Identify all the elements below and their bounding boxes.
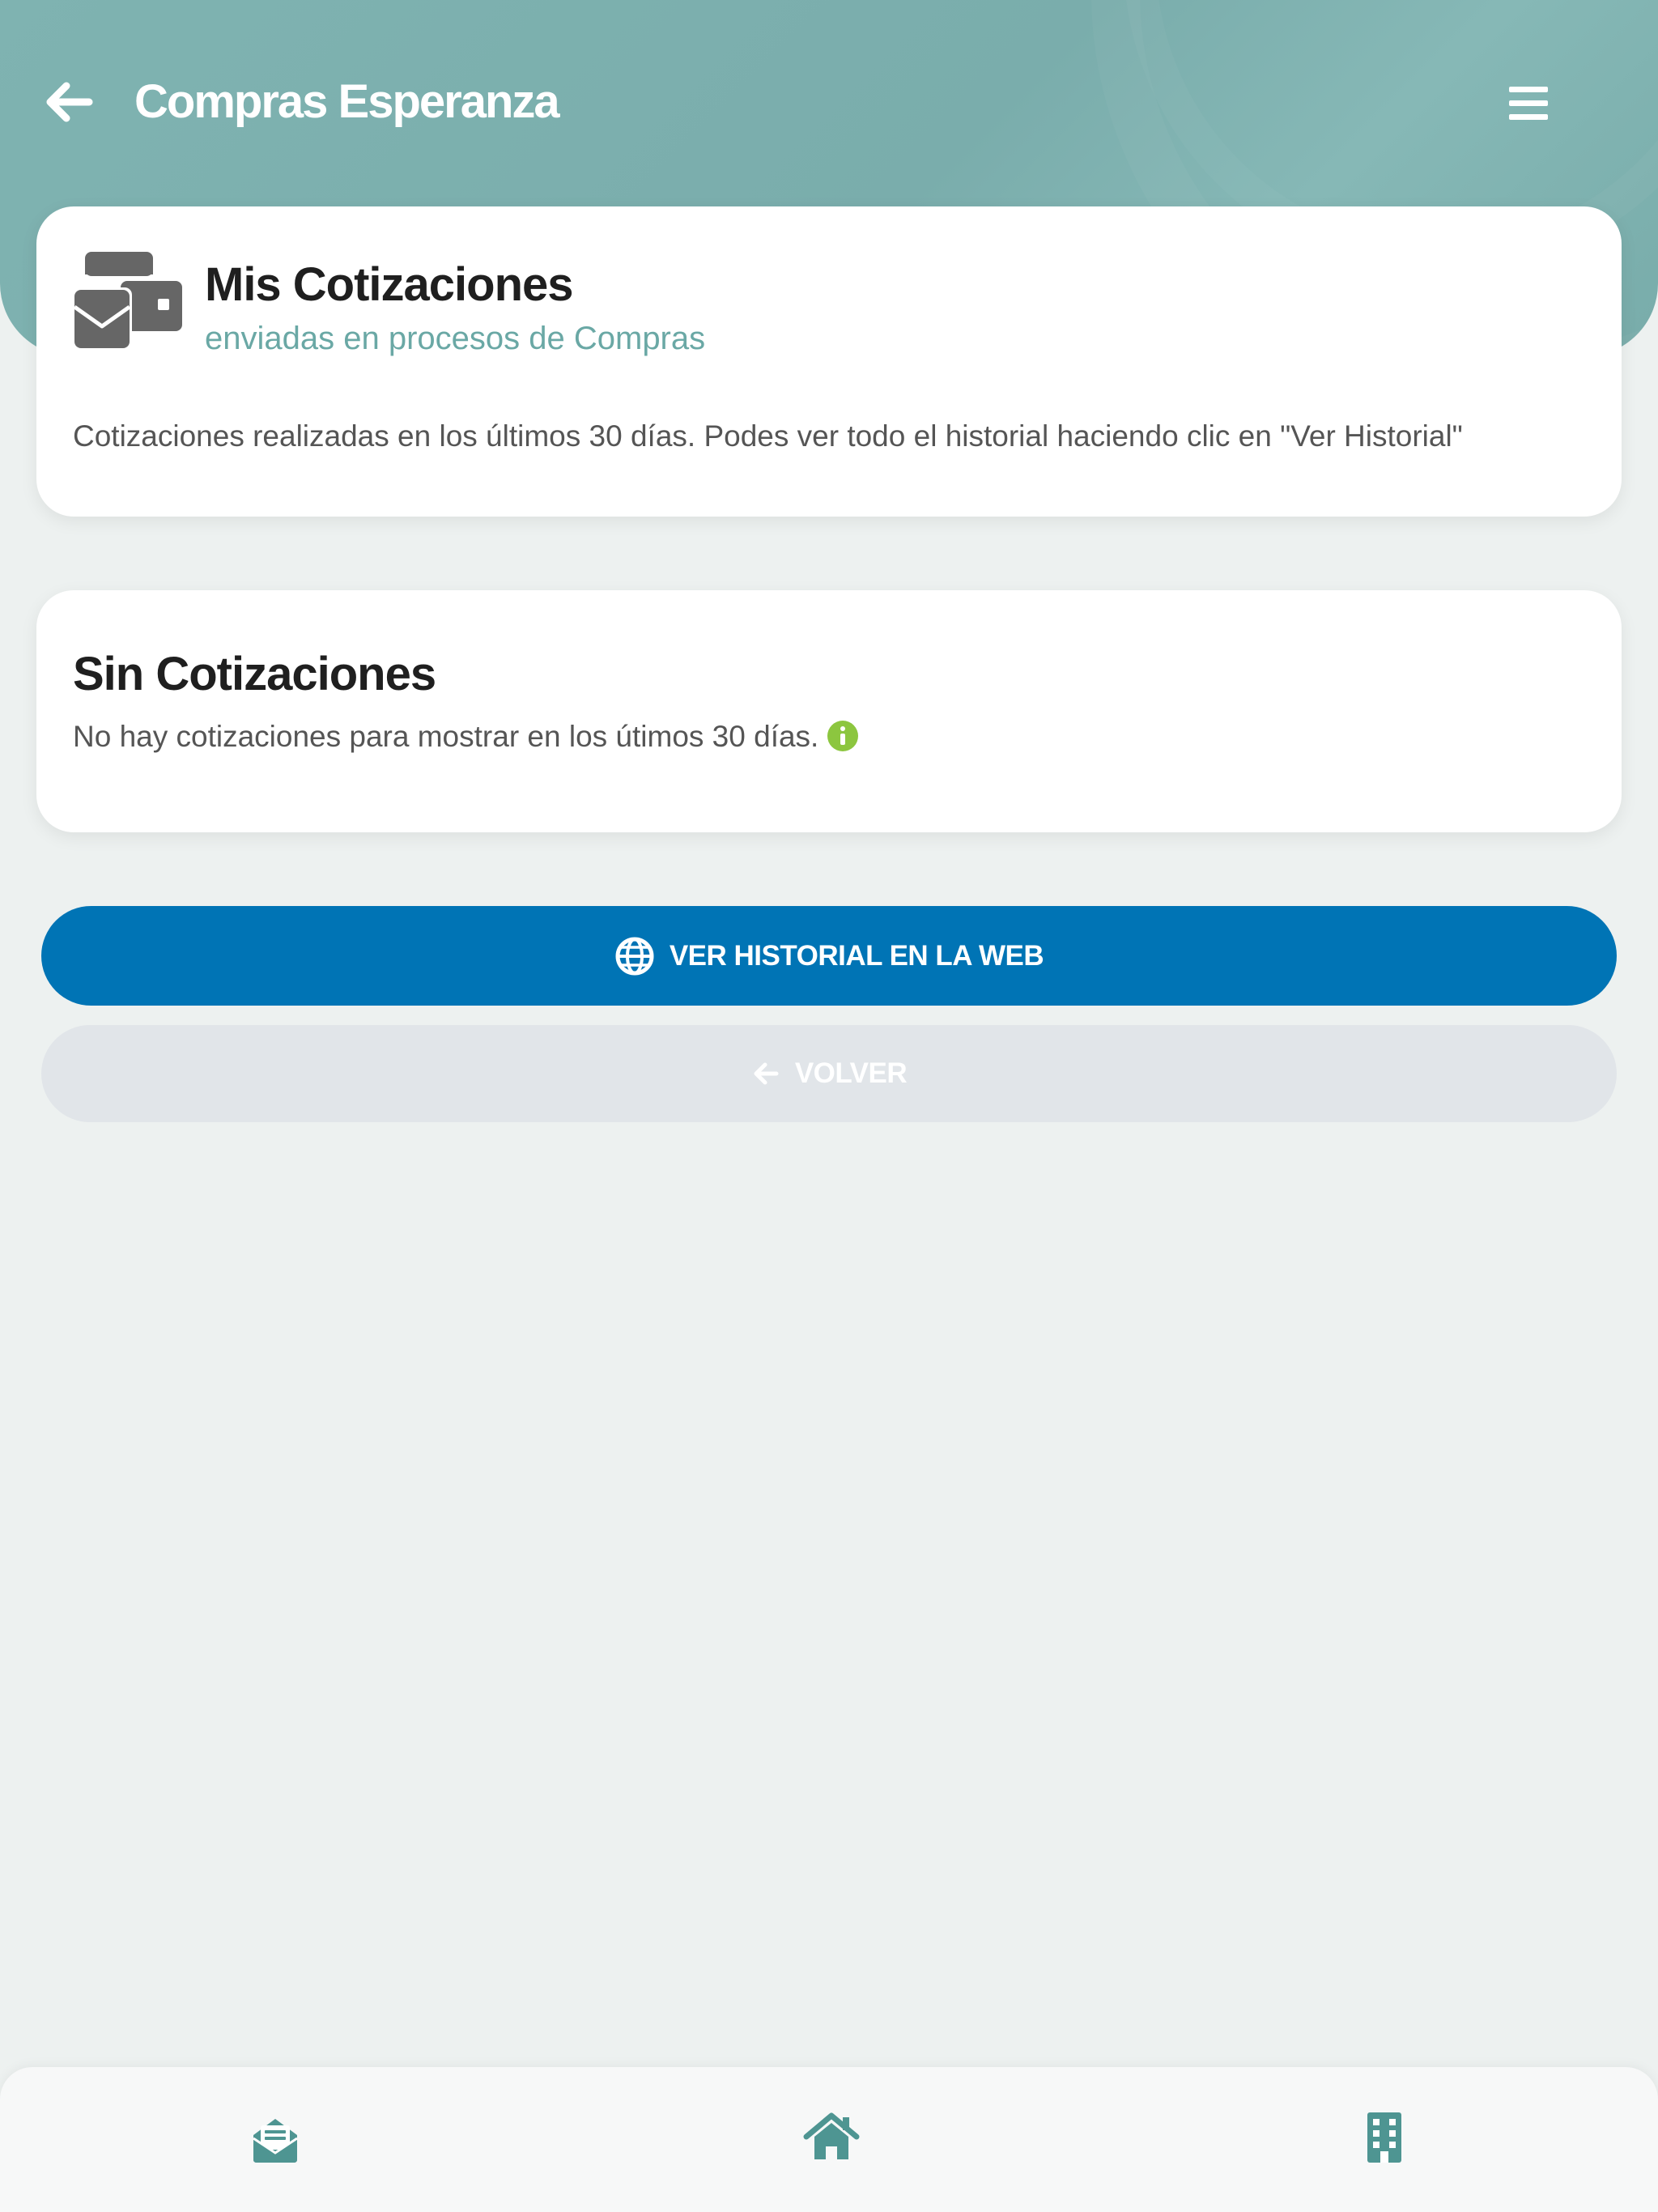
back-button-secondary[interactable]: VOLVER [41,1025,1617,1122]
card-title: Mis Cotizaciones [205,258,574,311]
empty-state-card: Sin Cotizaciones No hay cotizaciones par… [36,590,1622,832]
hamburger-menu-icon [1509,87,1548,120]
globe-icon [615,937,654,975]
back-button[interactable] [42,74,97,130]
arrow-left-icon [754,1062,779,1085]
card-subtitle: enviadas en procesos de Compras [205,321,706,356]
arrow-left-icon [46,82,93,122]
top-bar: Compras Esperanza [0,0,1658,206]
empty-state-message-row: No hay cotizaciones para mostrar en los … [73,717,859,756]
info-circle-icon[interactable] [827,720,859,752]
home-icon [803,2112,860,2159]
envelope-open-text-icon [253,2119,298,2163]
envelopes-icon [72,252,182,351]
nav-item-home[interactable] [803,2109,860,2166]
summary-card: Mis Cotizaciones enviadas en procesos de… [36,206,1622,517]
menu-button[interactable] [1504,79,1556,128]
nav-item-cotizaciones[interactable] [247,2109,304,2166]
bottom-navigation [0,2067,1658,2212]
view-history-web-button[interactable]: VER HISTORIAL EN LA WEB [41,906,1617,1006]
empty-state-title: Sin Cotizaciones [73,648,436,700]
view-history-web-label: VER HISTORIAL EN LA WEB [669,939,1044,972]
app-title: Compras Esperanza [134,75,560,128]
building-icon [1367,2112,1401,2163]
card-description: Cotizaciones realizadas en los últimos 3… [73,419,1463,453]
back-button-label: VOLVER [794,1057,908,1089]
empty-state-message: No hay cotizaciones para mostrar en los … [73,720,819,753]
nav-item-empresa[interactable] [1356,2109,1413,2166]
